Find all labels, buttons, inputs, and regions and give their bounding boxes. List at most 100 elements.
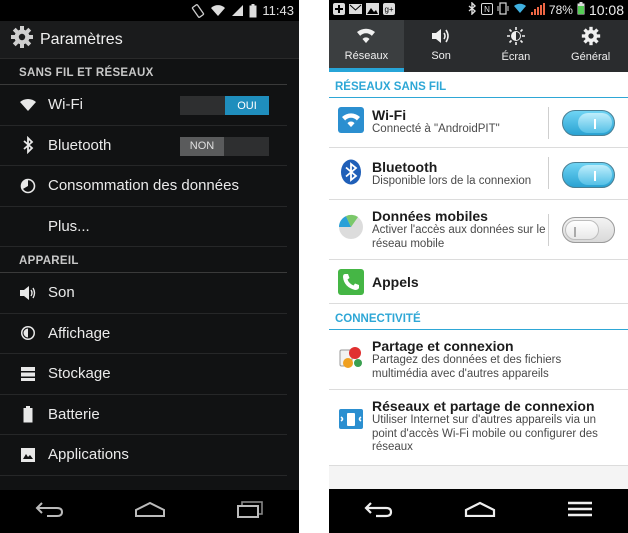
screen-rotation-icon	[191, 3, 205, 18]
battery-icon	[249, 3, 257, 18]
home-icon[interactable]	[134, 501, 166, 522]
wifi-icon	[355, 27, 377, 48]
navigation-bar	[0, 490, 299, 533]
message-icon	[349, 3, 362, 18]
menu-icon[interactable]	[567, 501, 593, 522]
tab-general[interactable]: Général	[553, 20, 628, 68]
home-icon[interactable]	[464, 501, 496, 522]
section-header-wireless: SANS FIL ET RÉSEAUX	[0, 59, 287, 85]
tab-label: Réseaux	[344, 49, 389, 62]
settings-item-label: Affichage	[48, 324, 111, 342]
tab-label: Général	[571, 50, 611, 63]
page-title: Paramètres	[40, 30, 123, 48]
settings-item-share-connect[interactable]: Partage et connexion Partagez des donnée…	[329, 330, 628, 390]
settings-item-wifi[interactable]: Wi-Fi OUI	[0, 85, 287, 126]
settings-item-title: Réseaux et partage de connexion	[372, 398, 595, 414]
status-bar: g+ N 78% 10:08	[329, 0, 628, 20]
bluetooth-icon	[19, 136, 37, 155]
settings-item-subtitle: Utiliser Internet sur d'autres appareils…	[372, 414, 598, 453]
section-header-wireless: RÉSEAUX SANS FIL	[329, 72, 628, 98]
section-header-device: APPAREIL	[0, 247, 287, 273]
navigation-bar	[329, 489, 628, 533]
settings-item-title: Appels	[372, 274, 419, 290]
settings-item-wifi[interactable]: Wi-Fi Connecté à "AndroidPIT"	[329, 98, 628, 148]
nfc-icon: N	[480, 2, 493, 18]
tab-sound[interactable]: Son	[404, 20, 479, 68]
settings-item-display[interactable]: Affichage	[0, 314, 287, 354]
cell-signal-icon	[530, 2, 545, 18]
gear-icon	[581, 26, 601, 49]
settings-item-label: Stockage	[48, 365, 111, 383]
settings-item-title: Partage et connexion	[372, 338, 514, 354]
status-bar: 11:43	[0, 0, 299, 21]
settings-item-label: Bluetooth	[48, 136, 112, 154]
settings-item-sound[interactable]: Son	[0, 273, 287, 314]
row-divider	[548, 107, 549, 139]
settings-item-bluetooth[interactable]: Bluetooth NON	[0, 126, 287, 166]
recent-apps-icon[interactable]	[236, 500, 264, 523]
battery-icon	[577, 2, 585, 18]
row-divider	[548, 157, 549, 189]
left-phone-screen: 11:43 Paramètres SANS FIL ET RÉSEAUX Wi-…	[0, 0, 299, 533]
svg-text:N: N	[484, 5, 490, 14]
settings-item-more[interactable]: Plus...	[0, 207, 287, 247]
battery-percent: 78%	[548, 3, 573, 17]
wifi-icon	[19, 96, 37, 114]
svg-text:g+: g+	[384, 5, 393, 14]
back-icon[interactable]	[35, 500, 65, 523]
battery-icon	[19, 405, 37, 423]
toggle-off-label: NON	[180, 136, 224, 156]
tab-screen[interactable]: Écran	[479, 20, 554, 68]
bluetooth-status-icon	[468, 1, 477, 18]
back-icon[interactable]	[364, 500, 394, 523]
right-phone-screen: g+ N 78% 10:08 Réseaux Son Écran Général…	[329, 0, 628, 533]
divider-gap	[299, 0, 329, 533]
settings-item-subtitle: Activer l'accès aux données sur le résea…	[372, 224, 546, 250]
wifi-app-icon	[338, 107, 364, 133]
settings-item-calls[interactable]: Appels	[329, 260, 628, 304]
wifi-signal-icon	[210, 4, 226, 17]
speaker-icon	[19, 284, 37, 302]
wifi-signal-icon	[513, 3, 527, 17]
settings-item-tethering[interactable]: Réseaux et partage de connexion Utiliser…	[329, 390, 628, 466]
section-header-connectivity: CONNECTIVITÉ	[329, 304, 628, 330]
gear-icon	[10, 25, 34, 54]
brightness-icon	[505, 26, 527, 49]
applications-icon	[19, 446, 37, 464]
tab-networks[interactable]: Réseaux	[329, 20, 404, 68]
picture-notification-icon	[366, 2, 379, 18]
cell-signal-icon	[231, 4, 244, 17]
tab-label: Son	[431, 49, 451, 62]
wifi-toggle[interactable]	[562, 110, 615, 136]
settings-item-label: Batterie	[48, 405, 100, 423]
gplus-notification-icon: g+	[383, 2, 395, 18]
settings-item-label: Consommation des données	[48, 177, 239, 195]
settings-item-applications[interactable]: Applications	[0, 435, 287, 476]
status-time: 10:08	[588, 2, 624, 18]
speaker-icon	[430, 27, 452, 48]
settings-item-storage[interactable]: Stockage	[0, 354, 287, 395]
status-time: 11:43	[262, 3, 294, 18]
storage-icon	[19, 365, 37, 383]
screenshot-stage: 11:43 Paramètres SANS FIL ET RÉSEAUX Wi-…	[0, 0, 628, 533]
tab-label: Écran	[501, 50, 531, 63]
settings-item-label: Applications	[48, 446, 129, 464]
settings-item-label: Son	[48, 284, 75, 302]
bluetooth-toggle[interactable]	[562, 162, 615, 188]
settings-item-battery[interactable]: Batterie	[0, 395, 287, 435]
vibrate-icon	[497, 2, 509, 18]
row-divider	[548, 214, 549, 246]
mobile-data-toggle[interactable]	[562, 217, 615, 243]
action-bar[interactable]: Paramètres	[0, 21, 299, 59]
share-connect-icon	[338, 344, 364, 370]
settings-item-bluetooth[interactable]: Bluetooth Disponible lors de la connexio…	[329, 148, 628, 200]
bluetooth-app-icon	[338, 159, 364, 185]
data-usage-icon	[19, 177, 37, 195]
wifi-toggle[interactable]: OUI	[180, 96, 269, 115]
settings-item-data-usage[interactable]: Consommation des données	[0, 166, 287, 207]
settings-tabs: Réseaux Son Écran Général	[329, 20, 628, 68]
bluetooth-toggle[interactable]: NON	[180, 136, 269, 156]
toggle-on-label: OUI	[225, 96, 269, 115]
brightness-icon	[19, 324, 37, 342]
settings-item-mobile-data[interactable]: Données mobiles Activer l'accès aux donn…	[329, 200, 628, 260]
